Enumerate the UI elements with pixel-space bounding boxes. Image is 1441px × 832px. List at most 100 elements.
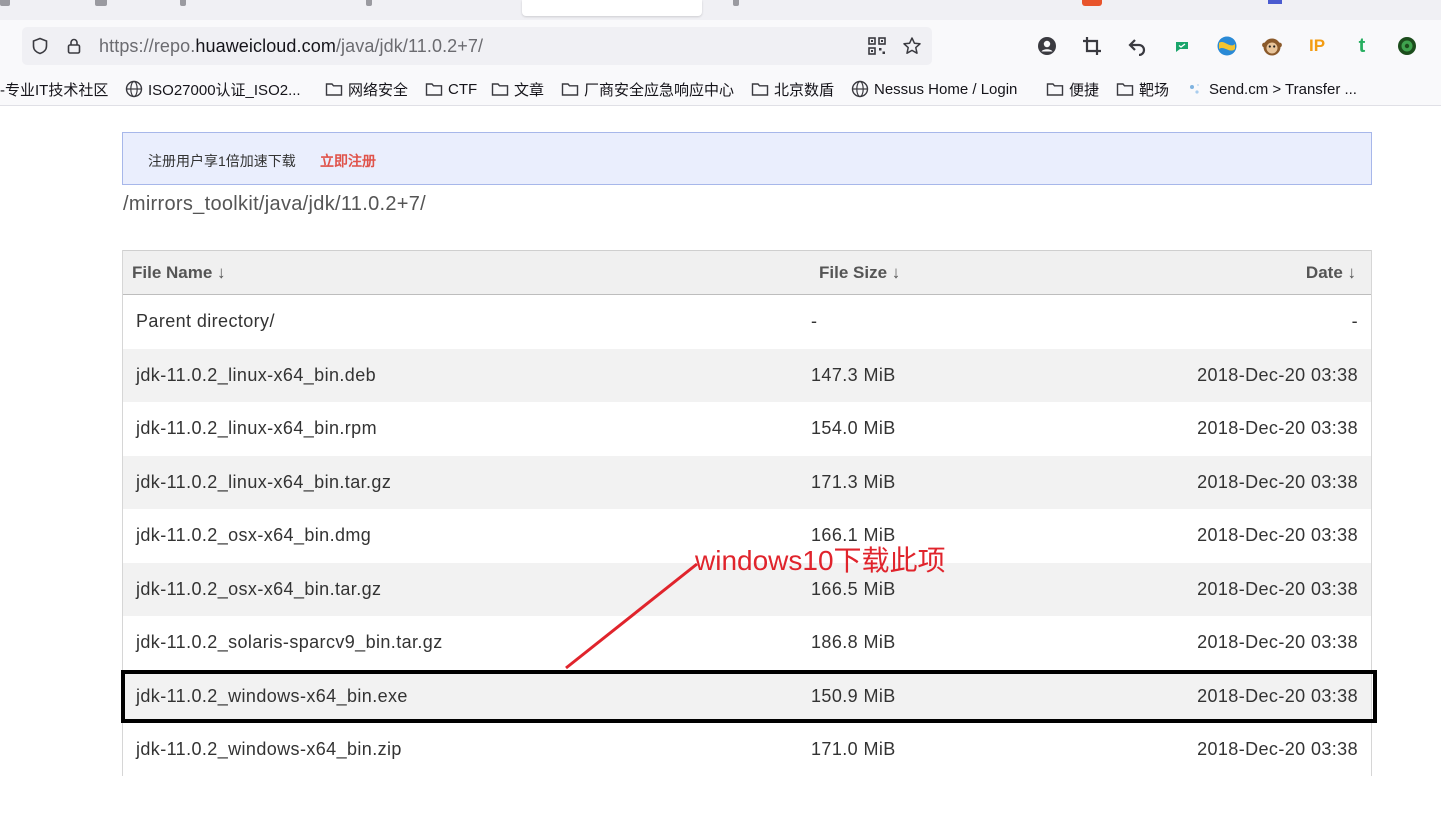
file-size: 166.5 MiB [811,578,896,599]
account-icon[interactable] [1035,34,1059,58]
bookmark-label: ISO27000认证_ISO2... [148,81,301,99]
folder-icon [561,80,579,98]
folder-icon [491,80,509,98]
file-date: 2018-Dec-20 03:38 [1197,685,1358,706]
address-bar[interactable]: https://repo.huaweicloud.com/java/jdk/11… [22,27,932,65]
folder-icon [1116,80,1134,98]
file-size: 171.3 MiB [811,471,896,492]
file-name-link[interactable]: jdk-11.0.2_solaris-sparcv9_bin.tar.gz [136,632,443,653]
bookmark-folder[interactable]: CTF [425,79,477,99]
bookmark-label: 便捷 [1069,81,1100,99]
file-name-link[interactable]: jdk-11.0.2_osx-x64_bin.tar.gz [136,579,381,600]
bookmark-folder[interactable]: 厂商安全应急响应中心 [561,79,734,99]
t-extension-icon[interactable]: t [1350,34,1374,58]
register-notice-banner: 注册用户享1倍加速下载 立即注册 [122,132,1372,185]
tab-favicon-icon[interactable] [1082,0,1102,6]
folder-icon [325,80,343,98]
table-row[interactable]: Parent directory/ - - [123,295,1371,349]
bookmark-label: 厂商安全应急响应中心 [584,81,735,99]
file-date: 2018-Dec-20 03:38 [1197,578,1358,599]
sort-by-file-size[interactable]: File Size ↓ [819,263,900,283]
file-name-link[interactable]: jdk-11.0.2_windows-x64_bin.exe [136,686,408,707]
table-row[interactable]: jdk-11.0.2_linux-x64_bin.deb 147.3 MiB 2… [123,348,1371,402]
file-name-link[interactable]: jdk-11.0.2_linux-x64_bin.tar.gz [136,472,391,493]
table-row[interactable]: jdk-11.0.2_windows-x64_bin.exe 150.9 MiB… [123,669,1371,723]
file-size: 154.0 MiB [811,418,896,438]
file-size: 171.0 MiB [811,739,896,759]
sort-by-date[interactable]: Date ↓ [1306,263,1356,283]
bookmark-label: CTF [448,80,478,98]
tab-fragment[interactable] [95,0,107,6]
table-header: File Name ↓ File Size ↓ Date ↓ [123,250,1371,295]
file-name-link[interactable]: Parent directory/ [136,311,275,332]
file-date: 2018-Dec-20 03:38 [1197,471,1358,492]
sort-by-file-name[interactable]: File Name ↓ [132,263,226,283]
file-size: - [811,311,818,331]
file-date: - [1351,311,1358,331]
extension-globe-icon[interactable] [1215,34,1239,58]
file-name-link[interactable]: jdk-11.0.2_osx-x64_bin.dmg [136,525,371,546]
bookmark-item[interactable]: Send.cm > Transfer ... [1186,79,1357,99]
file-date: 2018-Dec-20 03:38 [1197,632,1358,652]
file-name-link[interactable]: jdk-11.0.2_linux-x64_bin.deb [136,365,376,386]
tab-favicon-icon[interactable] [1268,0,1282,4]
bookmark-item[interactable]: Nessus Home / Login [851,79,1017,99]
table-row[interactable]: jdk-11.0.2_linux-x64_bin.tar.gz 171.3 Mi… [123,455,1371,509]
annotation-text: windows10下载此项 [695,545,946,576]
undo-icon[interactable] [1125,34,1149,58]
file-name-link[interactable]: jdk-11.0.2_linux-x64_bin.rpm [136,418,377,439]
bookmark-folder[interactable]: 北京数盾 [751,79,834,99]
globe-icon [125,80,143,98]
file-size: 150.9 MiB [811,685,896,706]
bookmark-label: 北京数盾 [774,81,835,99]
crop-icon[interactable] [1080,34,1104,58]
qr-code-icon[interactable] [867,36,887,56]
browser-toolbar: https://repo.huaweicloud.com/java/jdk/11… [0,20,1441,72]
tab-fragment[interactable] [733,0,739,6]
extension-green-icon[interactable] [1170,34,1194,58]
bookmark-folder[interactable]: 文章 [491,79,544,99]
folder-icon [425,80,443,98]
tab-fragment[interactable] [366,0,372,6]
extension-monkey-icon[interactable] [1260,34,1284,58]
bookmark-item[interactable]: -专业IT技术社区 [0,79,108,99]
shield-icon[interactable] [30,36,50,56]
sparkle-icon [1186,80,1204,98]
extension-dark-green-icon[interactable] [1395,34,1419,58]
bookmark-star-icon[interactable] [902,36,922,56]
bookmark-label: Nessus Home / Login [874,80,1018,98]
globe-icon [851,80,869,98]
bookmark-label: 网络安全 [348,81,409,99]
file-date: 2018-Dec-20 03:38 [1197,418,1358,438]
bookmark-folder[interactable]: 网络安全 [325,79,408,99]
bookmark-folder[interactable]: 便捷 [1046,79,1099,99]
bookmark-folder[interactable]: 靶场 [1116,79,1169,99]
directory-path: /mirrors_toolkit/java/jdk/11.0.2+7/ [123,193,427,215]
tab-fragment[interactable] [0,0,10,6]
bookmark-label: 靶场 [1139,81,1170,99]
file-size: 147.3 MiB [811,364,896,385]
folder-icon [1046,80,1064,98]
url-text[interactable]: https://repo.huaweicloud.com/java/jdk/11… [99,36,483,57]
table-row[interactable]: jdk-11.0.2_solaris-sparcv9_bin.tar.gz 18… [123,616,1371,670]
bookmarks-bar: -专业IT技术社区 ISO27000认证_ISO2... 网络安全 CTF 文章… [0,72,1441,106]
file-name-link[interactable]: jdk-11.0.2_windows-x64_bin.zip [136,739,402,760]
file-listing-table: File Name ↓ File Size ↓ Date ↓ Parent di… [122,250,1372,776]
file-date: 2018-Dec-20 03:38 [1197,364,1358,385]
ip-extension-icon[interactable]: IP [1305,34,1329,58]
tab-strip [0,0,1441,20]
table-row[interactable]: jdk-11.0.2_linux-x64_bin.rpm 154.0 MiB 2… [123,402,1371,456]
bookmark-label: Send.cm > Transfer ... [1209,80,1357,98]
tab-fragment[interactable] [180,0,186,6]
table-row[interactable]: jdk-11.0.2_windows-x64_bin.zip 171.0 MiB… [123,723,1371,777]
folder-icon [751,80,769,98]
active-tab[interactable] [522,0,702,16]
bookmark-item[interactable]: ISO27000认证_ISO2... [125,79,301,99]
file-date: 2018-Dec-20 03:38 [1197,739,1358,759]
register-link[interactable]: 立即注册 [320,151,376,171]
bookmark-label: 文章 [514,81,545,99]
file-size: 186.8 MiB [811,632,896,652]
notice-text: 注册用户享1倍加速下载 [148,153,296,169]
lock-icon[interactable] [64,36,84,56]
file-date: 2018-Dec-20 03:38 [1197,525,1358,545]
